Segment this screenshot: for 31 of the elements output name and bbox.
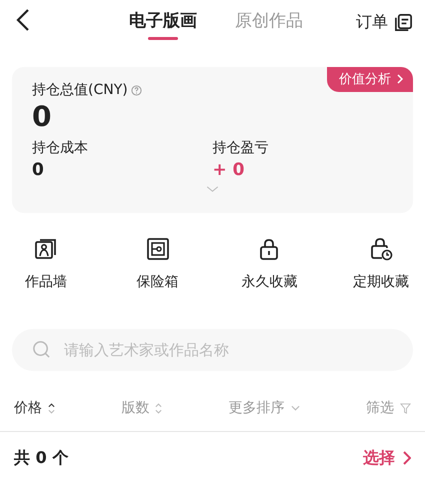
- lock-clock-icon: [368, 237, 393, 261]
- cost-label: 持仓成本: [32, 139, 89, 157]
- search-field[interactable]: 请输入艺术家或作品名称: [12, 329, 413, 371]
- filter-icon: [400, 402, 411, 414]
- chevron-down-icon: [290, 405, 300, 411]
- safe-icon: [146, 237, 170, 261]
- expand-icon[interactable]: [206, 186, 219, 193]
- value-analysis-button[interactable]: 价值分析: [327, 67, 413, 92]
- sort-arrows-icon: [48, 402, 55, 414]
- shortcut-button[interactable]: 定期收藏: [350, 237, 411, 291]
- sort-option[interactable]: 价格: [14, 399, 55, 417]
- chevron-right-icon: [403, 451, 411, 465]
- shortcut-button[interactable]: 作品墙: [16, 237, 76, 291]
- sort-arrows-icon: [155, 402, 162, 414]
- search-icon: [32, 340, 51, 359]
- tab[interactable]: 电子版画: [129, 4, 197, 40]
- total-label: 持仓总值(CNY): [32, 81, 128, 99]
- document-icon: [394, 12, 413, 32]
- portrait-frame-icon: [34, 237, 58, 261]
- pnl-value: + 0: [212, 160, 246, 180]
- help-icon[interactable]: [130, 84, 142, 96]
- chevron-right-icon: [397, 74, 403, 84]
- back-icon[interactable]: [16, 8, 30, 32]
- orders-button[interactable]: 订单: [356, 12, 413, 32]
- select-button[interactable]: 选择: [363, 448, 411, 468]
- shortcut-button[interactable]: 保险箱: [128, 237, 188, 291]
- cost-value: 0: [32, 160, 45, 180]
- shortcut-button[interactable]: 永久收藏: [239, 237, 300, 291]
- item-count: 共 0 个: [14, 448, 68, 468]
- total-value: 0: [32, 99, 52, 135]
- pnl-label: 持仓盈亏: [212, 139, 270, 157]
